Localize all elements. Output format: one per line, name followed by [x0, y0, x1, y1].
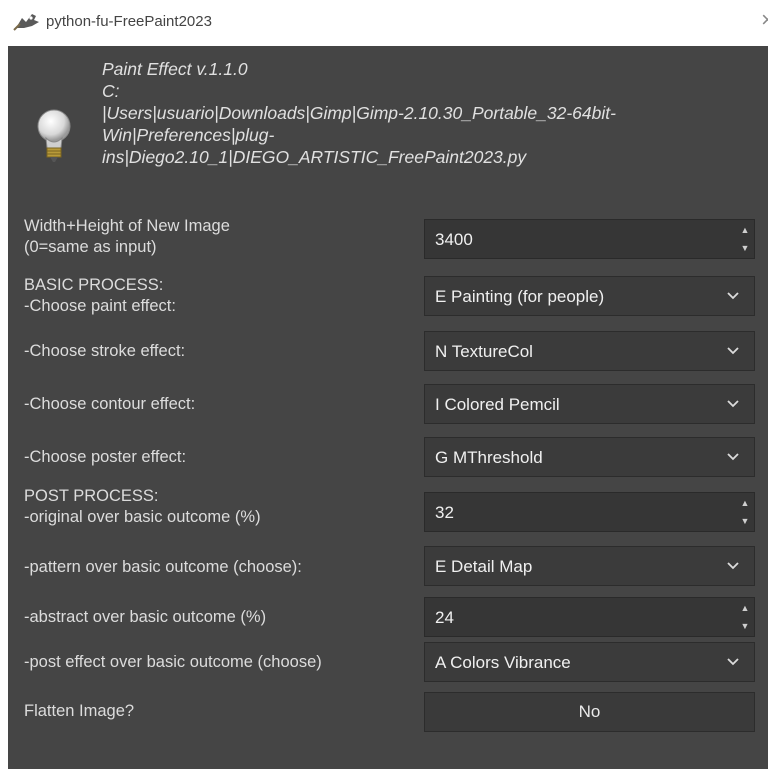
spin-up-icon[interactable]: ▲	[741, 497, 750, 509]
poster-effect-value: G MThreshold	[435, 448, 543, 467]
abstract-spin-buttons[interactable]: ▲ ▼	[740, 602, 750, 632]
contour-effect-select[interactable]: I Colored Pemcil	[424, 384, 755, 424]
size-value: 3400	[435, 230, 473, 249]
stroke-effect-value: N TextureCol	[435, 342, 533, 361]
chevron-down-icon	[727, 292, 739, 300]
dialog-content: Paint Effect v.1.1.0 C: |Users|usuario|D…	[8, 46, 768, 769]
chevron-down-icon	[727, 658, 739, 666]
size-sublabel: (0=same as input)	[24, 238, 157, 256]
size-spinbox[interactable]: 3400 ▲ ▼	[424, 219, 755, 259]
plugin-path-line: |Users|usuario|Downloads|Gimp|Gimp-2.10.…	[102, 103, 616, 123]
paint-effect-label: -Choose paint effect:	[24, 297, 176, 315]
spin-down-icon[interactable]: ▼	[741, 242, 750, 254]
plugin-info: Paint Effect v.1.1.0 C: |Users|usuario|D…	[102, 58, 742, 168]
paint-effect-value: E Painting (for people)	[435, 287, 605, 306]
close-icon[interactable]: ×	[761, 9, 768, 31]
plugin-path-line: Win|Preferences|plug-	[102, 125, 275, 145]
basic-process-heading: BASIC PROCESS:	[24, 276, 164, 294]
size-label: Width+Height of New Image	[24, 217, 230, 235]
abstract-over-label: -abstract over basic outcome (%)	[24, 608, 267, 626]
post-effect-label: -post effect over basic outcome (choose)	[24, 653, 322, 671]
chevron-down-icon	[727, 400, 739, 408]
chevron-down-icon	[727, 347, 739, 355]
title-bar: python-fu-FreePaint2023 ×	[0, 0, 768, 46]
post-process-heading: POST PROCESS:	[24, 487, 159, 505]
abstract-over-value: 24	[435, 608, 454, 627]
poster-effect-select[interactable]: G MThreshold	[424, 437, 755, 477]
original-over-label: -original over basic outcome (%)	[24, 508, 261, 526]
spin-up-icon[interactable]: ▲	[741, 224, 750, 236]
pattern-over-value: E Detail Map	[435, 557, 533, 576]
contour-effect-label: -Choose contour effect:	[24, 395, 196, 413]
post-effect-value: A Colors Vibrance	[435, 653, 571, 672]
contour-effect-value: I Colored Pemcil	[435, 395, 560, 414]
chevron-down-icon	[727, 453, 739, 461]
poster-effect-label: -Choose poster effect:	[24, 448, 187, 466]
gimp-logo-icon	[13, 14, 39, 31]
plugin-version: Paint Effect v.1.1.0	[102, 59, 248, 79]
flatten-toggle-button[interactable]: No	[424, 692, 755, 732]
chevron-down-icon	[727, 562, 739, 570]
flatten-label: Flatten Image?	[24, 702, 135, 720]
size-spin-buttons[interactable]: ▲ ▼	[740, 224, 750, 254]
pattern-over-label: -pattern over basic outcome (choose):	[24, 558, 302, 576]
spin-up-icon[interactable]: ▲	[741, 602, 750, 614]
original-over-value: 32	[435, 503, 454, 522]
plugin-path-line: C:	[102, 81, 120, 101]
stroke-effect-label: -Choose stroke effect:	[24, 342, 186, 360]
spin-down-icon[interactable]: ▼	[741, 620, 750, 632]
spin-down-icon[interactable]: ▼	[741, 515, 750, 527]
lightbulb-icon	[37, 109, 71, 162]
stroke-effect-select[interactable]: N TextureCol	[424, 331, 755, 371]
original-spin-buttons[interactable]: ▲ ▼	[740, 497, 750, 527]
original-over-spinbox[interactable]: 32 ▲ ▼	[424, 492, 755, 532]
paint-effect-select[interactable]: E Painting (for people)	[424, 276, 755, 316]
pattern-over-select[interactable]: E Detail Map	[424, 546, 755, 586]
plugin-path-line: ins|Diego2.10_1|DIEGO_ARTISTIC_FreePaint…	[102, 147, 527, 167]
window-title: python-fu-FreePaint2023	[46, 13, 212, 30]
post-effect-select[interactable]: A Colors Vibrance	[424, 642, 755, 682]
abstract-over-spinbox[interactable]: 24 ▲ ▼	[424, 597, 755, 637]
